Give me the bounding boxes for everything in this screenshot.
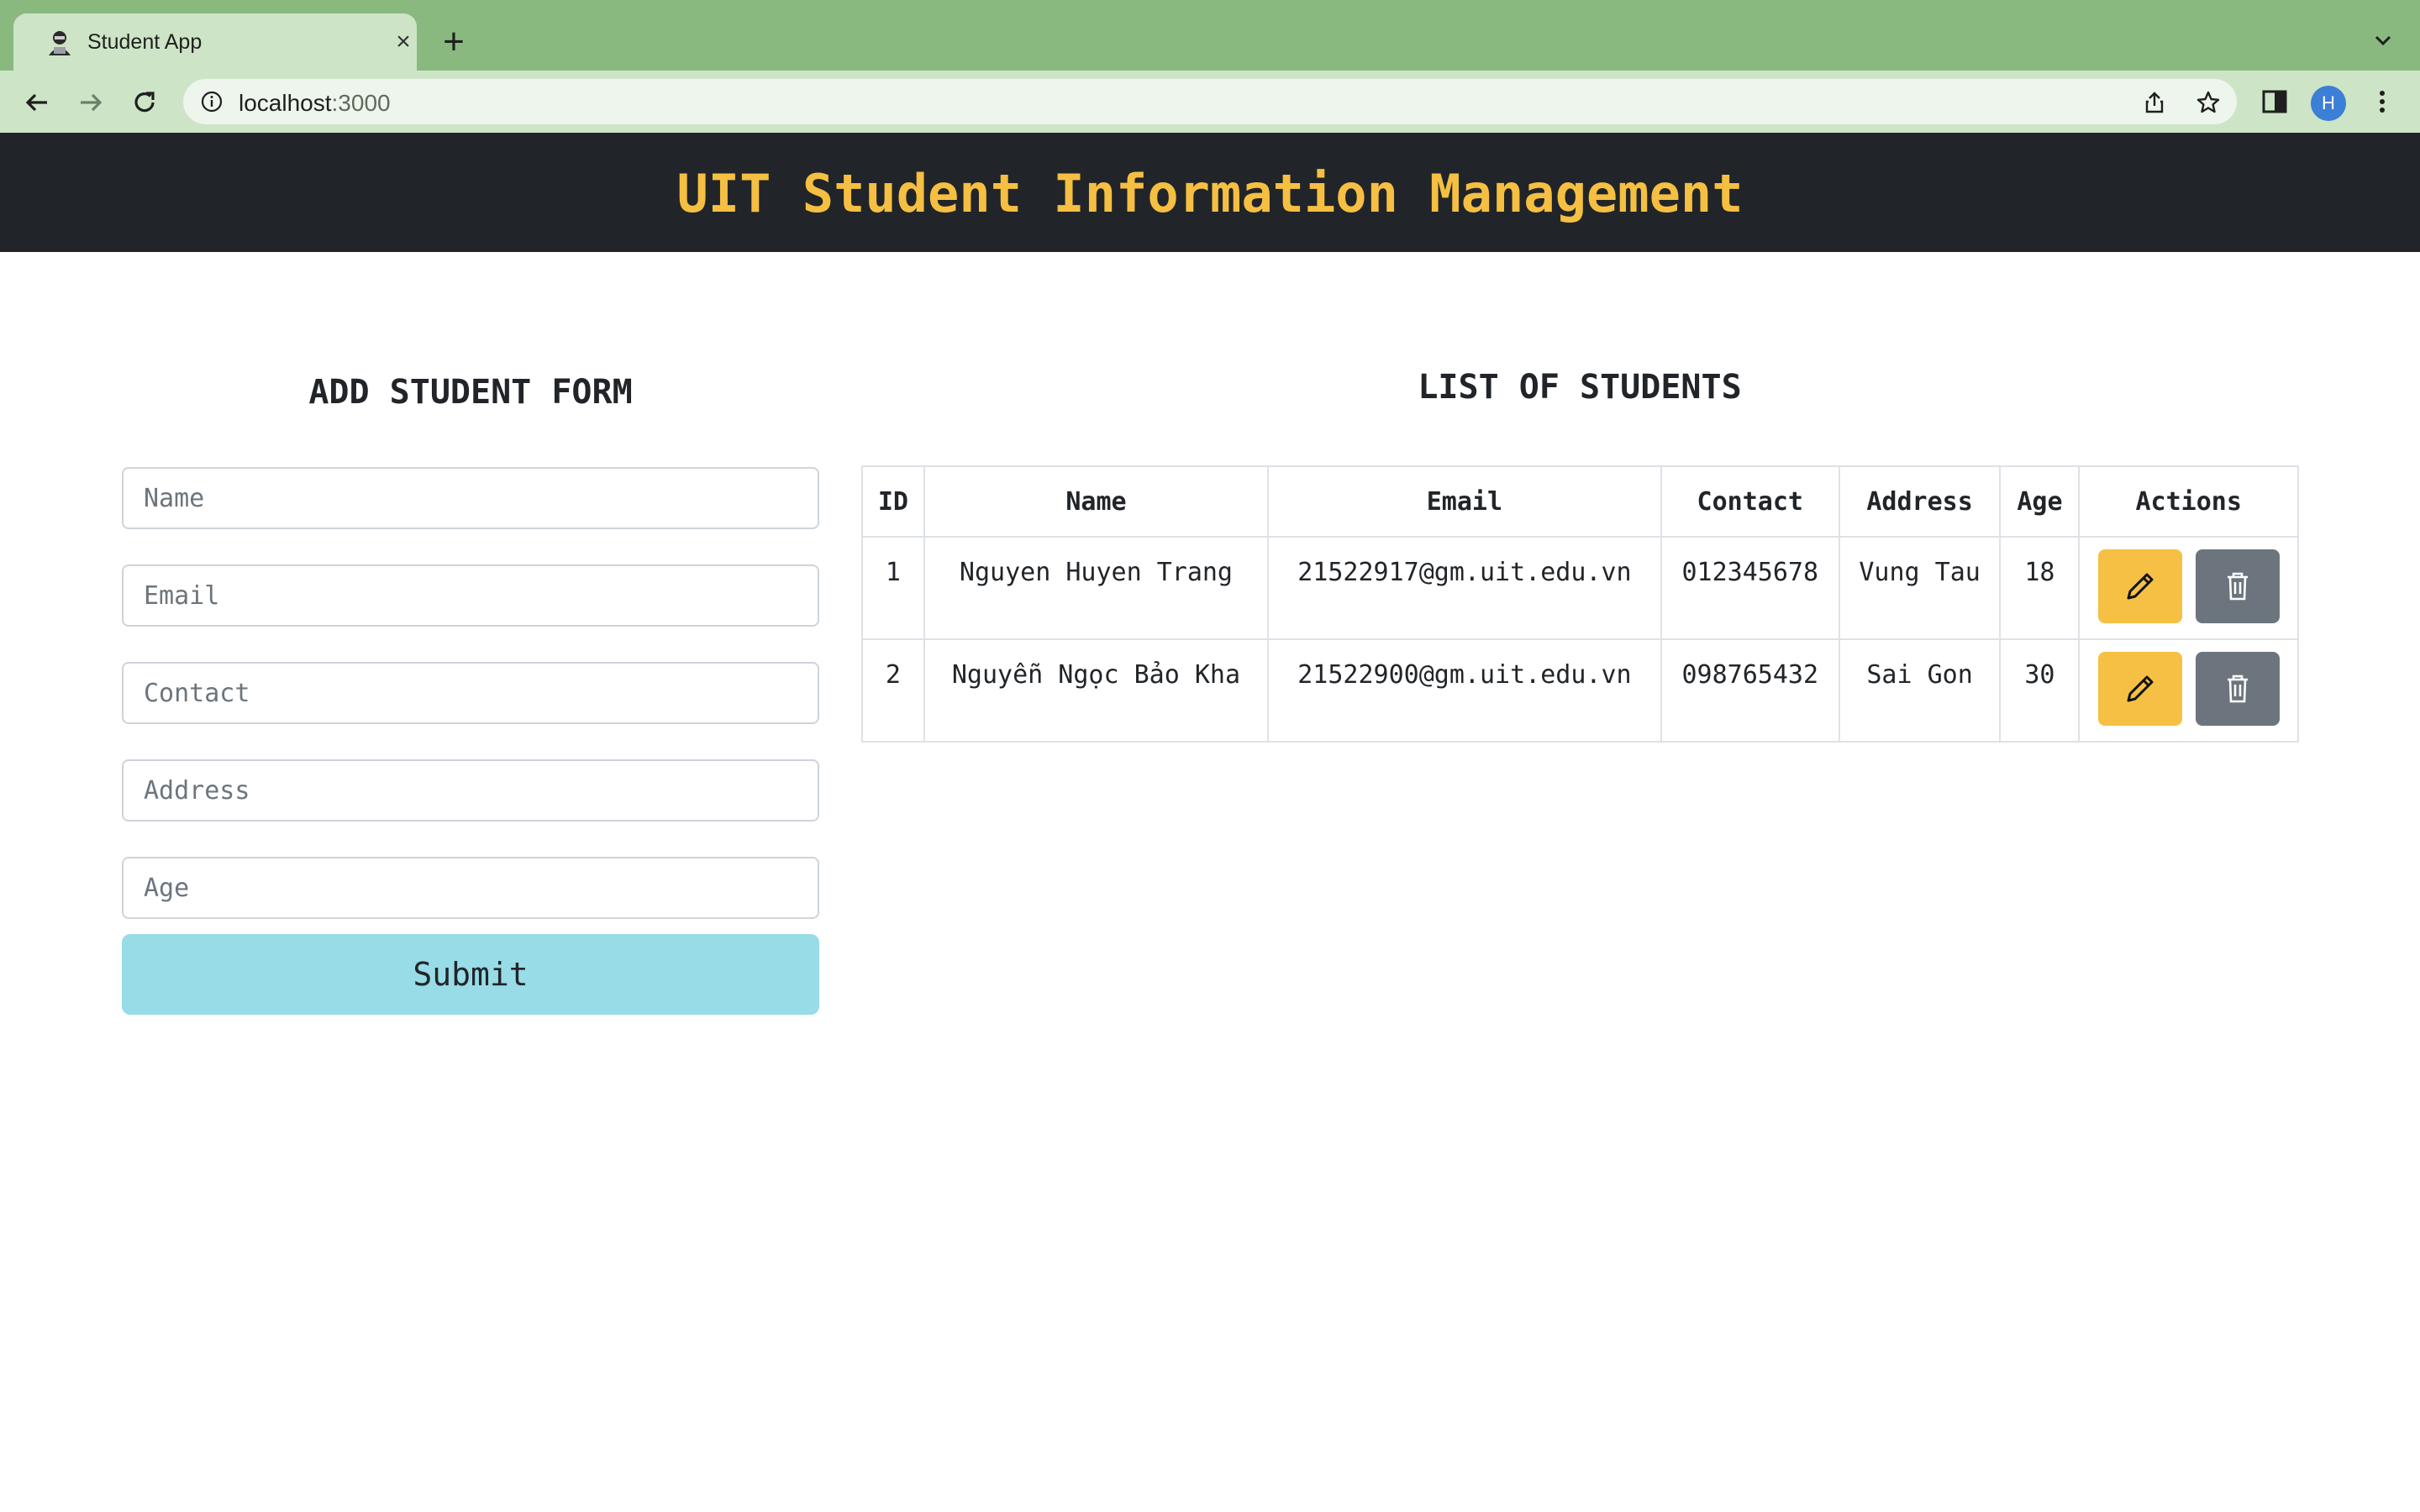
- back-arrow-icon[interactable]: [20, 86, 54, 119]
- address-input[interactable]: [122, 759, 819, 822]
- column-header-address: Address: [1838, 465, 2002, 538]
- column-header-name: Name: [923, 465, 1270, 538]
- star-icon[interactable]: [2195, 89, 2222, 116]
- table-header-row: ID Name Email Contact Address Age Action…: [861, 465, 2299, 538]
- cell-age: 18: [1999, 536, 2081, 640]
- side-panel-icon[interactable]: [2260, 87, 2289, 116]
- avatar[interactable]: H: [2311, 86, 2346, 121]
- info-icon[interactable]: [200, 90, 224, 113]
- table-row: 1 Nguyen Huyen Trang 21522917@gm.uit.edu…: [861, 536, 2299, 640]
- hacker-favicon-icon: [49, 31, 71, 55]
- edit-button[interactable]: [2097, 652, 2182, 726]
- pencil-icon: [2127, 573, 2154, 600]
- app-title: UIT Student Information Management: [676, 163, 1744, 224]
- column-header-id: ID: [861, 465, 925, 538]
- cell-name: Nguyen Huyen Trang: [923, 536, 1270, 640]
- trash-icon: [2227, 572, 2248, 601]
- url-port: :3000: [331, 90, 391, 116]
- kebab-menu-icon[interactable]: [2368, 87, 2396, 116]
- url-text: localhost:3000: [239, 90, 391, 117]
- share-icon[interactable]: [2141, 89, 2168, 116]
- form-title: ADD STUDENT FORM: [308, 373, 633, 412]
- name-input[interactable]: [122, 467, 819, 529]
- cell-email: 21522917@gm.uit.edu.vn: [1267, 536, 1662, 640]
- age-input[interactable]: [122, 857, 819, 919]
- browser-tab-strip: Student App × +: [0, 0, 2420, 71]
- students-table: ID Name Email Contact Address Age Action…: [861, 465, 2299, 743]
- close-icon[interactable]: ×: [390, 29, 417, 55]
- cell-address: Sai Gon: [1838, 638, 2002, 743]
- cell-address: Vung Tau: [1838, 536, 2002, 640]
- edit-button[interactable]: [2097, 549, 2182, 623]
- submit-button[interactable]: Submit: [122, 934, 819, 1015]
- delete-button[interactable]: [2195, 549, 2280, 623]
- list-title: LIST OF STUDENTS: [1418, 368, 1742, 407]
- tab-title: Student App: [87, 30, 203, 54]
- cell-id: 1: [861, 536, 925, 640]
- column-header-email: Email: [1267, 465, 1662, 538]
- reload-icon[interactable]: [128, 86, 161, 119]
- cell-contact: 098765432: [1660, 638, 1840, 743]
- cell-email: 21522900@gm.uit.edu.vn: [1267, 638, 1662, 743]
- table-row: 2 Nguyễn Ngọc Bảo Kha 21522900@gm.uit.ed…: [861, 638, 2299, 743]
- pencil-icon: [2127, 675, 2154, 702]
- cell-id: 2: [861, 638, 925, 743]
- cell-actions: [2078, 536, 2299, 640]
- cell-name: Nguyễn Ngọc Bảo Kha: [923, 638, 1270, 743]
- column-header-contact: Contact: [1660, 465, 1840, 538]
- browser-tab[interactable]: Student App ×: [13, 13, 417, 71]
- address-bar[interactable]: localhost:3000: [183, 79, 2237, 124]
- forward-arrow-icon[interactable]: [74, 86, 108, 119]
- email-input[interactable]: [122, 564, 819, 627]
- app-header: UIT Student Information Management: [0, 133, 2420, 252]
- cell-actions: [2078, 638, 2299, 743]
- contact-input[interactable]: [122, 662, 819, 724]
- url-host: localhost: [239, 90, 332, 116]
- plus-icon[interactable]: +: [437, 24, 471, 60]
- chevron-down-icon[interactable]: [2370, 27, 2396, 54]
- browser-toolbar: localhost:3000 H: [0, 71, 2420, 133]
- column-header-age: Age: [1999, 465, 2081, 538]
- delete-button[interactable]: [2195, 652, 2280, 726]
- trash-icon: [2227, 675, 2248, 703]
- cell-contact: 012345678: [1660, 536, 1840, 640]
- column-header-actions: Actions: [2078, 465, 2299, 538]
- cell-age: 30: [1999, 638, 2081, 743]
